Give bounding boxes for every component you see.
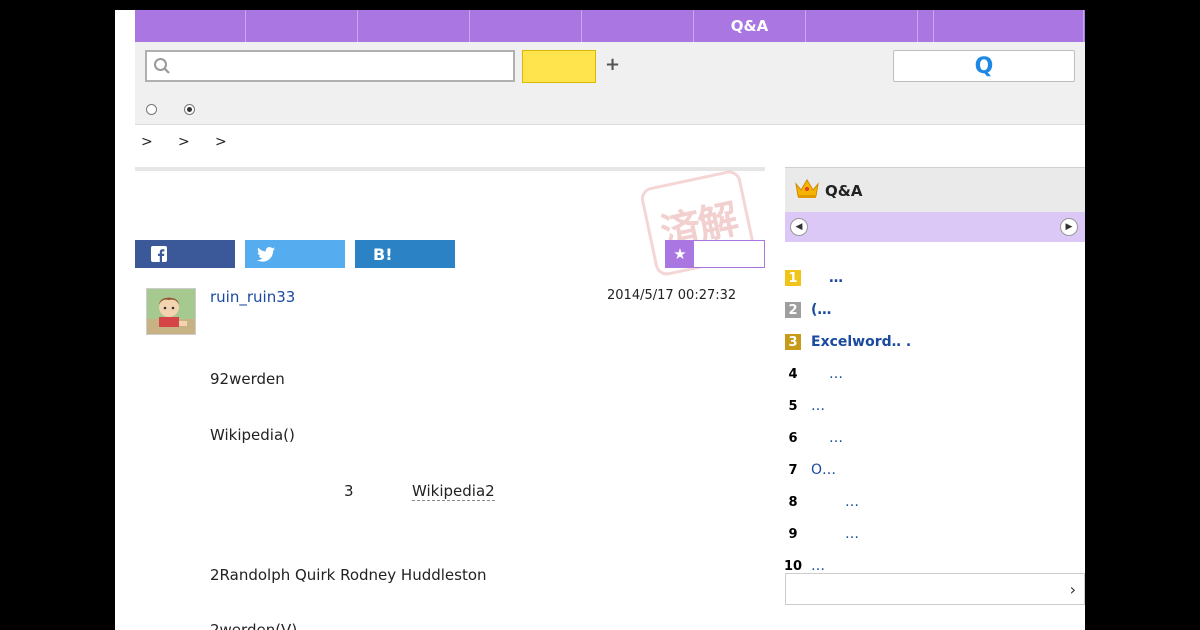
search-field[interactable] xyxy=(145,50,515,82)
rank-number: 6 xyxy=(788,430,798,446)
search-bar: + Q xyxy=(135,42,1085,125)
ranking-more-button[interactable]: › xyxy=(785,573,1085,605)
rank-title-link[interactable]: … xyxy=(829,366,843,382)
nav-tab-4[interactable] xyxy=(470,10,582,42)
radio-option-2[interactable] xyxy=(184,104,195,115)
breadcrumb-sep[interactable]: > xyxy=(141,134,178,150)
rank-title-link[interactable]: O… xyxy=(811,462,836,478)
nav-tab-8[interactable] xyxy=(918,10,934,42)
twitter-icon xyxy=(257,246,275,262)
ranking-item[interactable]: 6… xyxy=(785,422,1085,454)
ranking-nav: ◀ ▶ xyxy=(785,212,1085,242)
facebook-icon xyxy=(151,246,167,262)
breadcrumb-sep[interactable]: > xyxy=(215,134,252,150)
prev-arrow-icon[interactable]: ◀ xyxy=(790,218,808,236)
breadcrumb: > > > xyxy=(141,134,252,150)
radio-option-1[interactable] xyxy=(146,104,157,115)
crown-icon xyxy=(795,179,819,198)
rank-title-link[interactable]: … xyxy=(811,398,825,414)
divider xyxy=(135,167,765,171)
nav-tab-1[interactable] xyxy=(135,10,246,42)
rank-number: 3 xyxy=(785,334,801,350)
question-text-line: 92werden xyxy=(210,370,285,388)
hatena-label: B! xyxy=(373,244,393,264)
rank-number: 1 xyxy=(785,270,801,286)
ranking-title: Q&A xyxy=(825,182,863,200)
nav-tab-2[interactable] xyxy=(246,10,358,42)
ranking-item[interactable]: 5… xyxy=(785,390,1085,422)
rank-number: 8 xyxy=(788,494,798,510)
plus-icon[interactable]: + xyxy=(605,54,620,75)
breadcrumb-sep[interactable]: > xyxy=(178,134,215,150)
rank-title-link[interactable]: … xyxy=(829,430,843,446)
rank-number: 9 xyxy=(788,526,798,542)
nav-tab-7[interactable] xyxy=(806,10,918,42)
question-text-line: 3 xyxy=(344,482,354,500)
chevron-right-icon: › xyxy=(1069,580,1076,599)
question-text-line: 2Randolph Quirk Rodney Huddleston xyxy=(210,566,487,584)
facebook-share-button[interactable] xyxy=(135,240,235,268)
rank-title-link[interactable]: … xyxy=(811,558,825,574)
avatar-image xyxy=(147,289,195,334)
rank-title-link[interactable]: … xyxy=(829,270,843,286)
top-nav: Q&A xyxy=(135,10,1085,42)
question-text-line: Wikipedia() xyxy=(210,426,295,444)
username-link[interactable]: ruin_ruin33 xyxy=(210,288,295,306)
rank-number: 5 xyxy=(788,398,798,414)
rank-number: 10 xyxy=(783,558,803,574)
nav-tab-3[interactable] xyxy=(358,10,470,42)
rank-number: 2 xyxy=(785,302,801,318)
nav-tab-6[interactable]: Q&A xyxy=(694,10,806,42)
ranking-item[interactable]: 8… xyxy=(785,486,1085,518)
page: Q&A + Q > > > 済解 B! ★ ruin_ruin33 2014/5… xyxy=(115,10,1085,630)
rank-title-link[interactable]: … xyxy=(845,526,859,542)
ranking-item[interactable]: 2 (… xyxy=(785,294,1085,326)
nav-tab-9[interactable] xyxy=(934,10,1084,42)
ranking-item[interactable]: 4… xyxy=(785,358,1085,390)
search-input[interactable] xyxy=(177,56,511,78)
post-timestamp: 2014/5/17 00:27:32 xyxy=(607,288,737,303)
question-text-line: 2werden(V) xyxy=(210,621,298,630)
ranking-item[interactable]: 9… xyxy=(785,518,1085,550)
rank-title-link[interactable]: Excelword‥ . xyxy=(811,334,911,350)
search-icon xyxy=(154,58,170,74)
favorite-button[interactable]: ★ xyxy=(665,240,765,268)
search-button[interactable] xyxy=(522,50,596,83)
rank-number: 7 xyxy=(788,462,798,478)
twitter-share-button[interactable] xyxy=(245,240,345,268)
next-arrow-icon[interactable]: ▶ xyxy=(1060,218,1078,236)
avatar[interactable] xyxy=(146,288,196,335)
wikipedia-link[interactable]: Wikipedia2 xyxy=(412,482,495,501)
ranking-header: Q&A xyxy=(785,167,1085,212)
star-icon: ★ xyxy=(666,241,694,267)
nav-tab-5[interactable] xyxy=(582,10,694,42)
rank-title-link[interactable]: … xyxy=(845,494,859,510)
rank-title-link[interactable]: (… xyxy=(811,302,831,318)
qa-search-button[interactable]: Q xyxy=(893,50,1075,82)
rank-number: 4 xyxy=(788,366,798,382)
ranking-item[interactable]: 1… xyxy=(785,262,1085,294)
ranking-item[interactable]: 7 O… xyxy=(785,454,1085,486)
ranking-item[interactable]: 3 Excelword‥ . xyxy=(785,326,1085,358)
hatena-bookmark-button[interactable]: B! xyxy=(355,240,455,268)
